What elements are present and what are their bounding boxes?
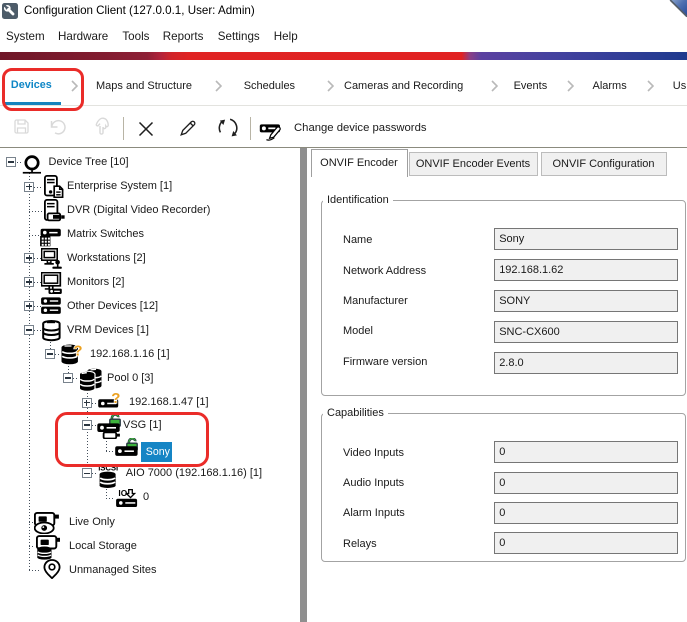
svg-text:?: ? xyxy=(111,390,120,407)
svg-text:?: ? xyxy=(73,344,82,360)
